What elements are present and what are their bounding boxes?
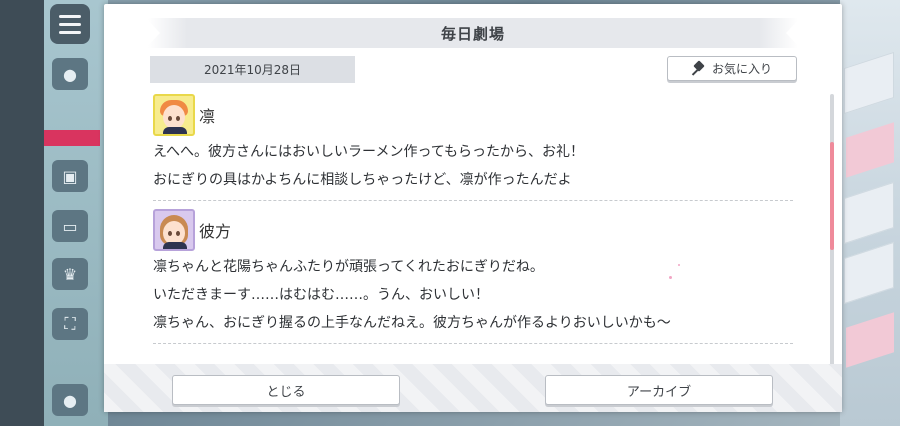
archive-button[interactable]: アーカイブ	[545, 375, 773, 405]
dialogue-line: 凛ちゃんと花陽ちゃんふたりが頑張ってくれたおにぎりだね。	[153, 259, 544, 275]
dialog-title: 毎日劇場	[440, 24, 505, 43]
rin-avatar	[153, 94, 195, 136]
daily-theater-dialog: 毎日劇場 2021年10月28日 お気に入り 凛 えへへ。彼方さんにはおいしいラ…	[104, 4, 842, 412]
sparkle-decoration	[678, 264, 680, 266]
speaker-name: 彼方	[199, 222, 232, 241]
monitor-icon[interactable]: ▭	[52, 210, 88, 242]
fullscreen-icon[interactable]: ⛶	[52, 308, 88, 340]
dialogue-line: 凛ちゃん、おにぎり握るの上手なんだねえ。彼方ちゃんが作るよりおいしいかも～	[153, 315, 671, 331]
dialog-title-bar: 毎日劇場	[146, 18, 800, 48]
hamburger-icon	[59, 14, 81, 18]
notice-badge	[44, 130, 100, 146]
favorite-label: お気に入り	[711, 62, 772, 76]
sparkle-decoration	[669, 276, 672, 279]
dialogue-entry: 彼方 凛ちゃんと花陽ちゃんふたりが頑張ってくれたおにぎりだね。 いただきまーす……	[144, 207, 794, 344]
scrollbar-thumb[interactable]	[830, 142, 834, 250]
dialogue-entry: 凛 えへへ。彼方さんにはおいしいラーメン作ってもらったから、お礼！ おにぎりの具…	[144, 92, 794, 201]
pin-icon	[692, 62, 706, 76]
kanata-avatar	[153, 209, 195, 251]
menu-button[interactable]	[50, 4, 90, 44]
scrollbar[interactable]	[830, 94, 834, 366]
favorite-button[interactable]: お気に入り	[667, 56, 797, 81]
speaker-row: 彼方	[153, 207, 794, 253]
chat-icon[interactable]: ●	[52, 58, 88, 90]
close-button[interactable]: とじる	[172, 375, 400, 405]
gift-icon[interactable]: ▣	[52, 160, 88, 192]
dialogue-line: いただきまーす……はむはむ……。うん、おいしい！	[153, 287, 489, 303]
trophy-icon[interactable]: ♛	[52, 258, 88, 290]
date-label: 2021年10月28日	[150, 56, 355, 83]
dialogue-log[interactable]: 凛 えへへ。彼方さんにはおいしいラーメン作ってもらったから、お礼！ おにぎりの具…	[144, 92, 794, 354]
divider	[153, 200, 793, 201]
dialogue-line: おにぎりの具はかよちんに相談しちゃったけど、凛が作ったんだよ	[153, 172, 572, 188]
divider	[153, 343, 793, 344]
dialogue-line: えへへ。彼方さんにはおいしいラーメン作ってもらったから、お礼！	[153, 144, 585, 160]
profile-icon[interactable]: ●	[52, 384, 88, 416]
speaker-name: 凛	[199, 107, 216, 126]
right-panel-bg	[840, 0, 900, 426]
speaker-row: 凛	[153, 92, 794, 138]
